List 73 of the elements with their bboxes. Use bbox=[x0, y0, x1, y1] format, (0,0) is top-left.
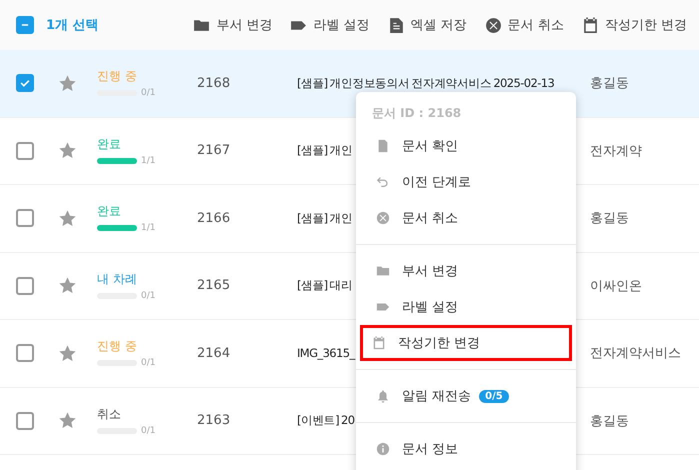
progress-count: 1/1 bbox=[141, 223, 156, 234]
document-id: 2163 bbox=[197, 413, 232, 428]
bell-icon bbox=[376, 389, 390, 403]
info-icon bbox=[376, 442, 390, 456]
menu-item[interactable]: 문서 확인 bbox=[360, 128, 572, 164]
owner-name: 홍길동 bbox=[590, 75, 630, 92]
star-icon[interactable] bbox=[58, 141, 77, 160]
document-title: [샘플] 개인 bbox=[297, 210, 352, 225]
document-icon bbox=[376, 139, 390, 153]
calendar-icon bbox=[372, 336, 386, 350]
document-title: [샘플] 개인정보동의서 전자계약서비스 2025-02-13 bbox=[297, 76, 554, 90]
document-icon bbox=[388, 16, 405, 34]
progress-count: 0/1 bbox=[141, 426, 156, 436]
status-label: 진행 중 bbox=[97, 338, 138, 356]
progress-count: 1/1 bbox=[141, 156, 156, 166]
toolbar-button[interactable]: 엑셀 저장 bbox=[386, 12, 469, 38]
menu-item[interactable]: 부서 변경 bbox=[360, 253, 572, 289]
star-icon[interactable] bbox=[58, 276, 77, 296]
menu-item-label: 부서 변경 bbox=[402, 263, 458, 280]
progress-count: 0/1 bbox=[141, 290, 156, 301]
row-checkbox[interactable] bbox=[16, 74, 34, 92]
undo-icon bbox=[376, 175, 390, 189]
status-label: 완료 bbox=[97, 136, 122, 153]
document-title: IMG_3615_ bbox=[297, 346, 355, 360]
status-label: 취소 bbox=[97, 406, 122, 423]
menu-item-label: 문서 확인 bbox=[402, 138, 458, 155]
toolbar-button[interactable]: 부서 변경 bbox=[191, 12, 274, 38]
count-badge: 0/5 bbox=[479, 390, 509, 402]
menu-item[interactable]: 작성기한 변경 bbox=[360, 325, 572, 361]
menu-item-label: 문서 취소 bbox=[402, 210, 458, 227]
document-id: 2168 bbox=[197, 76, 232, 91]
progress-bar bbox=[97, 225, 137, 232]
progress-bar bbox=[97, 158, 137, 164]
document-id: 2166 bbox=[197, 210, 232, 226]
owner-name: 홍길동 bbox=[590, 412, 630, 430]
status-label: 내 차례 bbox=[97, 270, 138, 288]
star-icon[interactable] bbox=[58, 74, 77, 93]
document-id: 2164 bbox=[197, 346, 232, 361]
star-icon[interactable] bbox=[58, 344, 77, 363]
menu-item-label: 알림 재전송 bbox=[402, 388, 472, 405]
status-label: 완료 bbox=[97, 203, 122, 220]
row-checkbox[interactable] bbox=[16, 276, 34, 295]
owner-name: 이싸인온 bbox=[590, 278, 643, 295]
folder-icon bbox=[376, 264, 390, 278]
row-checkbox[interactable] bbox=[16, 209, 34, 228]
selection-count: 1개 선택 bbox=[46, 17, 99, 34]
document-id: 2167 bbox=[197, 143, 232, 158]
owner-name: 홍길동 bbox=[590, 210, 630, 228]
toolbar-button[interactable]: 라벨 설정 bbox=[288, 12, 372, 38]
star-icon[interactable] bbox=[58, 208, 77, 228]
document-id: 2165 bbox=[197, 278, 232, 294]
toolbar-button[interactable]: 문서 취소 bbox=[482, 12, 566, 38]
owner-name: 전자계약 bbox=[590, 142, 643, 160]
owner-name: 전자계약서비스 bbox=[590, 345, 682, 362]
document-title: [이벤트] 20 bbox=[297, 413, 354, 428]
row-checkbox[interactable] bbox=[16, 412, 34, 430]
close-icon bbox=[484, 16, 502, 34]
row-checkbox[interactable] bbox=[16, 142, 34, 160]
menu-item-label: 라벨 설정 bbox=[402, 299, 458, 316]
star-icon[interactable] bbox=[58, 411, 77, 430]
progress-count: 0/1 bbox=[141, 358, 156, 368]
row-checkbox[interactable] bbox=[16, 344, 34, 362]
menu-item-label: 문서 정보 bbox=[402, 441, 458, 458]
toolbar-button[interactable]: 작성기한 변경 bbox=[580, 12, 689, 38]
menu-item-label: 작성기한 변경 bbox=[398, 335, 480, 352]
close-icon bbox=[376, 211, 390, 225]
document-title: [샘플] 대리 bbox=[297, 278, 352, 292]
document-title: [샘플] 개인 bbox=[297, 143, 352, 158]
status-label: 진행 중 bbox=[97, 68, 138, 86]
calendar-icon bbox=[582, 16, 599, 34]
progress-count: 0/1 bbox=[141, 88, 156, 98]
select-all-checkbox[interactable] bbox=[16, 16, 34, 34]
menu-item[interactable]: 문서 취소 bbox=[360, 200, 572, 236]
